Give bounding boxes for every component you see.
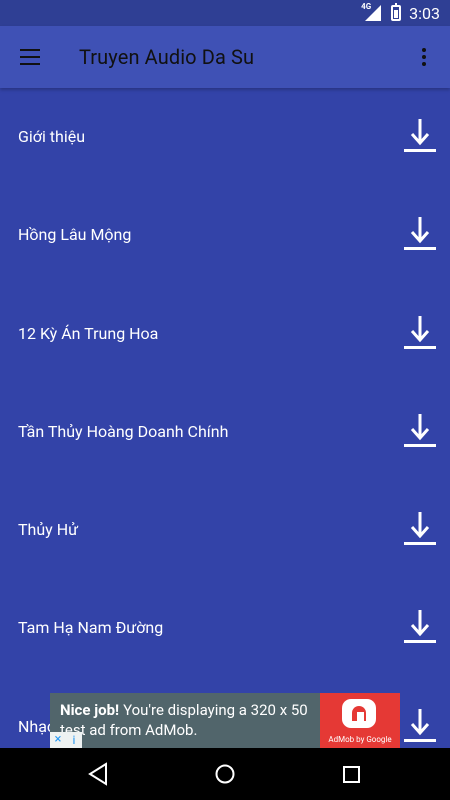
download-icon <box>404 413 436 447</box>
ad-info-icon[interactable]: i <box>66 732 82 748</box>
ad-headline: Nice job! <box>60 701 120 719</box>
list-item[interactable]: 12 Kỳ Án Trung Hoa <box>0 285 450 383</box>
download-icon <box>404 119 436 152</box>
download-icon <box>404 708 436 742</box>
battery-icon <box>391 3 402 21</box>
clock: 3:03 <box>409 3 440 23</box>
recents-button[interactable] <box>326 748 376 800</box>
network-icon: 4G <box>361 2 383 22</box>
ad-text: Nice job! You're displaying a 320 x 50 te… <box>60 700 320 740</box>
download-button[interactable] <box>402 315 438 353</box>
download-button[interactable] <box>402 511 438 549</box>
navigation-bar <box>0 748 450 800</box>
menu-button[interactable] <box>16 43 44 71</box>
list-item[interactable]: Tần Thủy Hoàng Doanh Chính <box>0 383 450 481</box>
list-item-label: 12 Kỳ Án Trung Hoa <box>18 323 159 343</box>
ad-close-icon[interactable]: × <box>50 732 66 748</box>
overflow-menu-button[interactable] <box>410 43 438 71</box>
download-icon <box>404 217 436 251</box>
network-label: 4G <box>361 2 372 11</box>
download-icon <box>404 610 436 644</box>
list-item-label: Hồng Lâu Mộng <box>18 225 132 245</box>
list-item-label: Tam Hạ Nam Đường <box>18 618 164 638</box>
list-item-label: Thủy Hử <box>18 520 79 540</box>
back-icon <box>88 762 107 786</box>
status-bar: 4G 3:03 <box>0 0 450 26</box>
admob-icon <box>342 699 376 728</box>
back-button[interactable] <box>73 748 123 800</box>
page-title: Truyen Audio Da Su <box>79 45 255 69</box>
admob-logo: AdMob by Google <box>320 693 400 748</box>
home-icon <box>215 764 235 784</box>
list-item[interactable]: Tam Hạ Nam Đường <box>0 579 450 677</box>
status-icons: 4G 3:03 <box>361 0 440 26</box>
ad-brand: AdMob by Google <box>328 735 392 744</box>
download-button[interactable] <box>402 118 438 156</box>
list-item[interactable]: Giới thiệu <box>0 88 450 186</box>
list-item-label: Giới thiệu <box>18 127 86 146</box>
download-button[interactable] <box>402 216 438 254</box>
audio-list: Giới thiệu Hồng Lâu Mộng 12 Kỳ Án Trung … <box>0 88 450 748</box>
app-bar: Truyen Audio Da Su <box>0 26 450 88</box>
recents-icon <box>343 766 360 783</box>
download-button[interactable] <box>402 609 438 647</box>
home-button[interactable] <box>200 748 250 800</box>
download-icon <box>404 512 436 546</box>
ad-banner[interactable]: Nice job! You're displaying a 320 x 50 te… <box>50 693 400 748</box>
download-icon <box>404 315 436 349</box>
list-item[interactable]: Thủy Hử <box>0 481 450 579</box>
download-button[interactable] <box>402 708 438 746</box>
list-item-label: Tần Thủy Hoàng Doanh Chính <box>18 421 229 441</box>
list-item[interactable]: Hồng Lâu Mộng <box>0 186 450 284</box>
download-button[interactable] <box>402 413 438 451</box>
